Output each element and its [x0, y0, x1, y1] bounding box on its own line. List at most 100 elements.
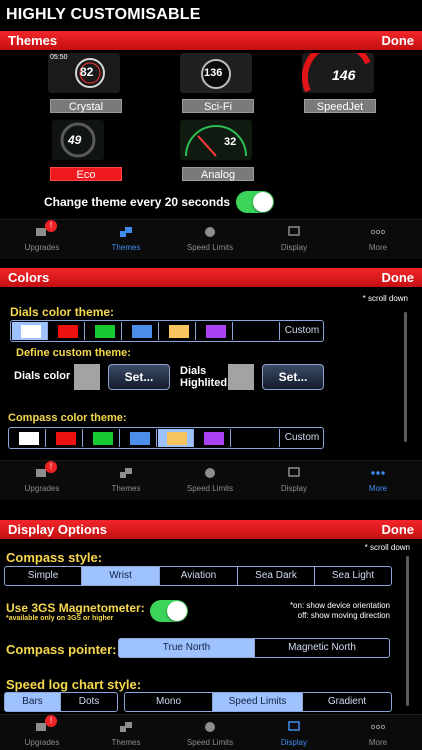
swatch-color	[21, 325, 41, 338]
display-header: Display Options Done	[0, 520, 422, 539]
compass-swatch-empty[interactable]	[232, 429, 280, 447]
swatch-color	[130, 432, 150, 445]
compass-swatch-row: Custom	[8, 427, 324, 449]
tab-label: Speed Limits	[186, 243, 234, 252]
colors-scrollbar[interactable]	[404, 312, 407, 442]
theme-label-analog[interactable]: Analog	[182, 167, 254, 181]
pointer-magnetic-north[interactable]: Magnetic North	[255, 639, 389, 657]
tab-themes[interactable]: Themes	[84, 461, 168, 501]
speed-log-bars[interactable]: Bars	[5, 693, 61, 711]
change-theme-label: Change theme every 20 seconds	[44, 195, 231, 209]
speed-log-mono[interactable]: Mono	[125, 693, 213, 711]
tab-display[interactable]: Display	[252, 715, 336, 750]
tab-label: Themes	[111, 738, 141, 747]
upgrades-badge: !	[45, 461, 57, 473]
tab-label: Display	[280, 243, 308, 252]
dials-swatch-blue[interactable]	[123, 322, 159, 340]
tab-more[interactable]: More	[336, 715, 420, 750]
more-dots-icon	[371, 724, 385, 730]
speed-log-color-segmented: Mono Speed Limits Gradient	[124, 692, 392, 712]
tab-display[interactable]: Display	[252, 461, 336, 501]
theme-label-speedjet[interactable]: SpeedJet	[304, 99, 376, 113]
compass-style-aviation[interactable]: Aviation	[160, 567, 238, 585]
tab-label: Display	[280, 738, 308, 747]
dials-color-set-button[interactable]: Set...	[108, 364, 170, 390]
compass-style-wrist[interactable]: Wrist	[82, 567, 160, 585]
tab-speed-limits[interactable]: Speed Limits	[168, 220, 252, 260]
themes-title: Themes	[8, 33, 58, 48]
theme-label-eco[interactable]: Eco	[50, 167, 122, 181]
tab-speed-limits[interactable]: Speed Limits	[168, 461, 252, 501]
tab-more[interactable]: More	[336, 220, 420, 260]
theme-thumb-crystal[interactable]: 05:50 82	[48, 53, 120, 93]
compass-style-sea-dark[interactable]: Sea Dark	[238, 567, 315, 585]
compass-swatch-orange[interactable]	[158, 429, 194, 447]
speed-log-dots[interactable]: Dots	[61, 693, 117, 711]
tab-themes[interactable]: Themes	[84, 715, 168, 750]
themes-done-button[interactable]: Done	[382, 31, 415, 50]
dials-swatch-green[interactable]	[86, 322, 122, 340]
display-scroll-hint: * scroll down	[364, 543, 410, 552]
compass-swatch-green[interactable]	[84, 429, 120, 447]
dials-color-label: Dials color	[14, 370, 71, 382]
dials-swatch-orange[interactable]	[160, 322, 196, 340]
display-title: Display Options	[8, 522, 107, 537]
tab-display[interactable]: Display	[252, 220, 336, 260]
theme-thumb-eco[interactable]: 49	[52, 120, 104, 160]
toggle-knob	[167, 601, 187, 621]
compass-style-sea-light[interactable]: Sea Light	[315, 567, 391, 585]
compass-pointer-segmented: True North Magnetic North	[118, 638, 390, 658]
theme-label-crystal[interactable]: Crystal	[50, 99, 122, 113]
display-done-button[interactable]: Done	[382, 520, 415, 539]
compass-custom-button[interactable]: Custom	[281, 429, 323, 447]
compass-style-simple[interactable]: Simple	[5, 567, 82, 585]
themes-header: Themes Done	[0, 31, 422, 50]
theme-thumb-scifi[interactable]: 136	[180, 53, 252, 93]
crystal-time: 05:50	[50, 54, 68, 61]
tabbar-themes-screen: ! Upgrades Themes Speed Limits Display M…	[0, 219, 422, 259]
pointer-true-north[interactable]: True North	[119, 639, 255, 657]
theme-thumb-analog[interactable]: 32	[180, 120, 252, 160]
dials-swatch-red[interactable]	[49, 322, 85, 340]
tab-themes[interactable]: Themes	[84, 220, 168, 260]
theme-label-scifi[interactable]: Sci-Fi	[182, 99, 254, 113]
swatch-color	[169, 325, 189, 338]
compass-pointer-label: Compass pointer:	[6, 642, 117, 657]
tab-label: Upgrades	[24, 738, 60, 747]
compass-swatch-white[interactable]	[10, 429, 46, 447]
tab-upgrades[interactable]: ! Upgrades	[0, 220, 84, 260]
theme-thumb-speedjet[interactable]: 146	[302, 53, 374, 93]
compass-swatch-red[interactable]	[47, 429, 83, 447]
themes-icon	[120, 722, 132, 732]
dials-highlighted-set-button[interactable]: Set...	[262, 364, 324, 390]
magnetometer-label: Use 3GS Magnetometer:	[6, 601, 145, 615]
speed-log-gradient[interactable]: Gradient	[303, 693, 391, 711]
dials-swatch-white[interactable]	[12, 322, 48, 340]
magnetometer-toggle[interactable]	[150, 600, 188, 622]
display-scrollbar[interactable]	[406, 556, 409, 706]
colors-done-button[interactable]: Done	[382, 268, 415, 287]
screenshot-collage: HIGHLY CUSTOMISABLE Themes Done 05:50 82…	[0, 0, 422, 750]
colors-title: Colors	[8, 270, 50, 285]
dials-highlighted-label: Dials Highlited	[180, 365, 228, 389]
compass-swatch-purple[interactable]	[195, 429, 231, 447]
tab-speed-limits[interactable]: Speed Limits	[168, 715, 252, 750]
tab-upgrades[interactable]: ! Upgrades	[0, 715, 84, 750]
define-custom-theme-label: Define custom theme:	[16, 347, 131, 359]
tab-upgrades[interactable]: ! Upgrades	[0, 461, 84, 501]
dials-color-preview	[74, 364, 100, 390]
upgrades-badge: !	[45, 220, 57, 232]
dials-swatch-purple[interactable]	[197, 322, 233, 340]
swatch-color	[204, 432, 224, 445]
dials-custom-button[interactable]: Custom	[281, 322, 323, 340]
compass-swatch-blue[interactable]	[121, 429, 157, 447]
compass-style-segmented: Simple Wrist Aviation Sea Dark Sea Light	[4, 566, 392, 586]
speed-log-speed-limits[interactable]: Speed Limits	[213, 693, 303, 711]
change-theme-toggle[interactable]	[236, 191, 274, 213]
tab-label: More	[368, 243, 388, 252]
themes-icon	[120, 227, 132, 237]
monitor-icon	[288, 721, 300, 731]
dials-swatch-empty[interactable]	[234, 322, 280, 340]
tab-more[interactable]: More	[336, 461, 420, 501]
swatch-color	[132, 325, 152, 338]
